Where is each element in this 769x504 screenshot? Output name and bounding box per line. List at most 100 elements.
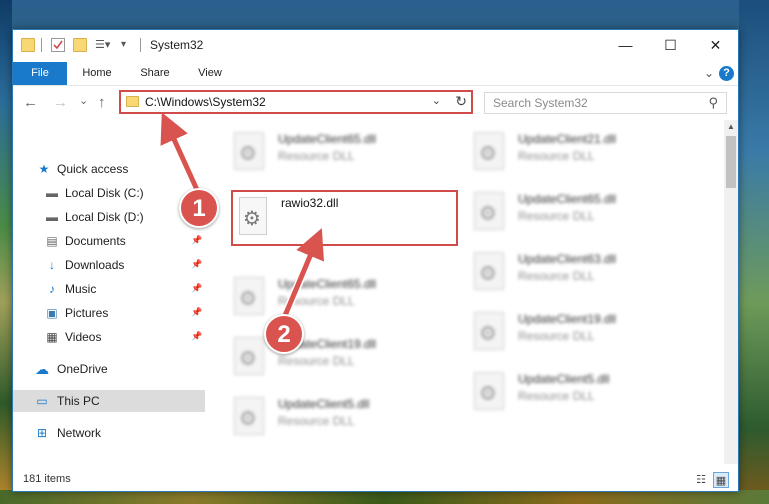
sidebar-item-pictures[interactable]: ▣ Pictures 📌 bbox=[13, 302, 205, 324]
toolbar-dropdown-icon[interactable]: ▾ bbox=[121, 38, 135, 52]
sidebar-item-label: Videos bbox=[65, 330, 102, 344]
navigation-bar: ← → ⌄ ↑ C:\Windows\System32 ⌄ ↻ Search S… bbox=[13, 86, 738, 120]
documents-icon: ▤ bbox=[46, 234, 58, 248]
sidebar-item-label: Music bbox=[65, 282, 97, 296]
refresh-icon[interactable]: ↻ bbox=[455, 93, 467, 110]
large-icons-view-icon[interactable]: ▦ bbox=[713, 472, 729, 488]
sidebar-item-onedrive[interactable]: ☁ OneDrive bbox=[13, 358, 205, 380]
tab-share[interactable]: Share bbox=[131, 62, 179, 85]
dll-file-icon bbox=[474, 132, 504, 170]
scroll-thumb[interactable] bbox=[726, 136, 736, 188]
sidebar-item-label: Pictures bbox=[65, 306, 109, 320]
file-type: Resource DLL bbox=[518, 209, 595, 223]
drive-icon: ▬ bbox=[46, 186, 58, 200]
file-type: Resource DLL bbox=[278, 149, 355, 163]
recent-locations-button[interactable]: ⌄ bbox=[79, 94, 88, 107]
download-icon: ↓ bbox=[49, 258, 55, 272]
sidebar-item-label: Local Disk (C:) bbox=[65, 186, 144, 200]
highlighted-file[interactable]: rawio32.dll bbox=[231, 190, 458, 246]
folder-icon bbox=[21, 38, 35, 52]
chevron-down-icon[interactable]: ⌄ bbox=[432, 94, 441, 107]
help-icon[interactable]: ? bbox=[719, 66, 734, 81]
dll-file-icon bbox=[474, 192, 504, 230]
title-separator bbox=[140, 38, 141, 52]
cloud-icon: ☁ bbox=[35, 361, 49, 377]
list-item[interactable]: UpdateClient5.dll Resource DLL bbox=[234, 393, 454, 441]
pin-icon[interactable]: 📌 bbox=[191, 307, 202, 318]
sidebar-item-label: Downloads bbox=[65, 258, 125, 272]
file-name: UpdateClient5.dll bbox=[518, 372, 610, 386]
pin-icon[interactable]: 📌 bbox=[191, 331, 202, 342]
step-2-badge: 2 bbox=[264, 314, 304, 354]
sidebar-item-local-disk-c[interactable]: ▬ Local Disk (C:) 📌 bbox=[13, 182, 205, 204]
file-name: UpdateClient19.dll bbox=[518, 312, 617, 326]
sidebar-item-videos[interactable]: ▦ Videos 📌 bbox=[13, 326, 205, 348]
desktop-background-bottom bbox=[0, 490, 769, 504]
pin-icon[interactable]: 📌 bbox=[191, 235, 202, 246]
pin-icon[interactable]: 📌 bbox=[191, 283, 202, 294]
properties-icon[interactable] bbox=[51, 38, 65, 52]
scroll-up-icon[interactable]: ▲ bbox=[724, 120, 738, 134]
title-bar: ☰▾ ▾ System32 — ☐ ✕ bbox=[13, 30, 738, 62]
music-icon: ♪ bbox=[49, 282, 55, 296]
list-item[interactable]: UpdateClient63.dll Resource DLL bbox=[474, 248, 694, 296]
vertical-scrollbar[interactable]: ▲ bbox=[724, 120, 738, 464]
minimize-button[interactable]: — bbox=[603, 30, 648, 60]
pin-icon[interactable]: 📌 bbox=[191, 259, 202, 270]
file-type: Resource DLL bbox=[518, 329, 595, 343]
details-view-icon[interactable]: ☷ bbox=[693, 472, 709, 488]
status-bar: 181 items ☷ ▦ bbox=[13, 470, 738, 491]
sidebar-item-local-disk-d[interactable]: ▬ Local Disk (D:) 📌 bbox=[13, 206, 205, 228]
file-explorer-window: ☰▾ ▾ System32 — ☐ ✕ File Home Share View… bbox=[12, 29, 739, 492]
sidebar-item-label: This PC bbox=[57, 394, 100, 408]
maximize-button[interactable]: ☐ bbox=[648, 30, 693, 60]
sidebar-item-quick-access[interactable]: ★ Quick access bbox=[13, 158, 205, 180]
file-name: UpdateClient63.dll bbox=[518, 252, 617, 266]
close-button[interactable]: ✕ bbox=[693, 30, 738, 60]
dll-file-icon bbox=[234, 337, 264, 375]
up-button[interactable]: ↑ bbox=[98, 94, 106, 111]
list-item[interactable]: UpdateClient65.dll Resource DLL bbox=[234, 128, 454, 176]
new-folder-icon[interactable] bbox=[73, 38, 87, 52]
list-item[interactable]: UpdateClient5.dll Resource DLL bbox=[474, 368, 694, 416]
ribbon-expand-icon[interactable]: ⌄ bbox=[704, 66, 714, 80]
sidebar-item-this-pc[interactable]: ▭ This PC bbox=[13, 390, 205, 412]
file-name: UpdateClient65.dll bbox=[518, 192, 617, 206]
computer-icon: ▭ bbox=[36, 394, 48, 408]
tab-file[interactable]: File bbox=[13, 62, 67, 85]
star-icon: ★ bbox=[38, 162, 50, 176]
sidebar-item-downloads[interactable]: ↓ Downloads 📌 bbox=[13, 254, 205, 276]
file-type: Resource DLL bbox=[278, 414, 355, 428]
address-path[interactable]: C:\Windows\System32 bbox=[145, 95, 266, 109]
search-placeholder: Search System32 bbox=[493, 96, 588, 110]
customize-toolbar-icon[interactable]: ☰▾ bbox=[95, 38, 110, 52]
list-item[interactable]: UpdateClient65.dll Resource DLL bbox=[234, 273, 454, 321]
pictures-icon: ▣ bbox=[46, 306, 58, 320]
list-item[interactable]: UpdateClient65.dll Resource DLL bbox=[474, 188, 694, 236]
address-bar[interactable]: C:\Windows\System32 ⌄ ↻ bbox=[119, 90, 473, 114]
folder-icon bbox=[126, 96, 139, 107]
videos-icon: ▦ bbox=[46, 330, 58, 344]
dll-file-icon bbox=[474, 312, 504, 350]
sidebar-item-network[interactable]: ⊞ Network bbox=[13, 422, 205, 444]
file-type: Resource DLL bbox=[518, 149, 595, 163]
file-type: Resource DLL bbox=[278, 354, 355, 368]
sidebar-item-music[interactable]: ♪ Music 📌 bbox=[13, 278, 205, 300]
sidebar-item-label: Local Disk (D:) bbox=[65, 210, 144, 224]
step-1-badge: 1 bbox=[179, 188, 219, 228]
sidebar-item-documents[interactable]: ▤ Documents 📌 bbox=[13, 230, 205, 252]
file-name: UpdateClient21.dll bbox=[518, 132, 617, 146]
tab-view[interactable]: View bbox=[188, 62, 232, 85]
list-item[interactable]: UpdateClient21.dll Resource DLL bbox=[474, 128, 694, 176]
sidebar-item-label: OneDrive bbox=[57, 362, 108, 376]
forward-button[interactable]: → bbox=[53, 94, 68, 111]
drive-icon: ▬ bbox=[46, 210, 58, 224]
back-button[interactable]: ← bbox=[23, 94, 38, 111]
list-item[interactable]: UpdateClient19.dll Resource DLL bbox=[474, 308, 694, 356]
tab-home[interactable]: Home bbox=[73, 62, 121, 85]
search-icon[interactable]: ⚲ bbox=[708, 95, 718, 111]
search-input[interactable]: Search System32 ⚲ bbox=[484, 92, 727, 114]
title-separator bbox=[41, 38, 42, 52]
item-count: 181 items bbox=[23, 473, 71, 485]
file-name: rawio32.dll bbox=[281, 196, 339, 210]
